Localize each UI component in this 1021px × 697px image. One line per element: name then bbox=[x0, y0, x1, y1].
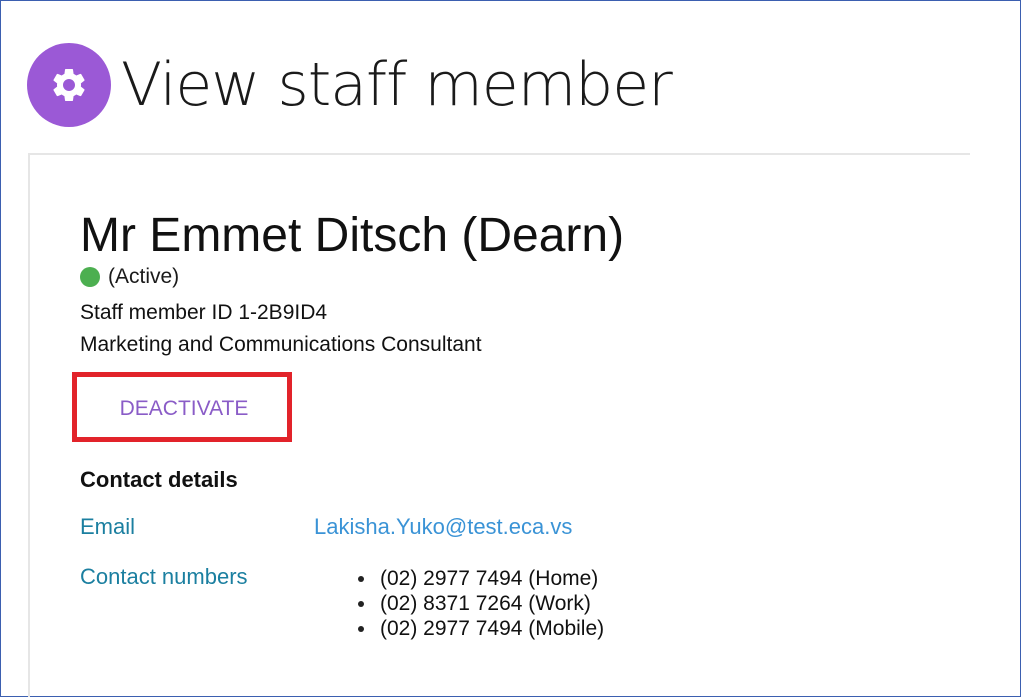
email-link[interactable]: Lakisha.Yuko@test.eca.vs bbox=[314, 514, 572, 540]
page-title: View staff member bbox=[121, 50, 673, 120]
list-item: (02) 2977 7494 (Mobile) bbox=[358, 616, 604, 641]
status-row: (Active) bbox=[80, 265, 179, 289]
list-item: (02) 8371 7264 (Work) bbox=[358, 591, 604, 616]
staff-name: Mr Emmet Ditsch (Dearn) bbox=[80, 209, 625, 262]
contact-details-heading: Contact details bbox=[80, 467, 238, 492]
panel-divider-top bbox=[28, 153, 970, 155]
panel-divider-left bbox=[28, 153, 30, 697]
email-label: Email bbox=[80, 514, 136, 539]
gear-icon-graphic bbox=[53, 68, 85, 101]
page-header: View staff member bbox=[27, 42, 673, 128]
deactivate-button[interactable]: DEACTIVATE bbox=[84, 384, 284, 434]
staff-id: Staff member ID 1-2B9ID4 bbox=[80, 301, 328, 324]
contact-numbers-label: Contact numbers bbox=[80, 564, 248, 589]
contact-numbers-list: (02) 2977 7494 (Home) (02) 8371 7264 (Wo… bbox=[358, 566, 604, 641]
job-title: Marketing and Communications Consultant bbox=[80, 333, 482, 356]
list-item: (02) 2977 7494 (Home) bbox=[358, 566, 604, 591]
status-text: (Active) bbox=[108, 265, 180, 288]
gear-icon bbox=[27, 43, 111, 127]
status-indicator-icon bbox=[80, 267, 100, 287]
